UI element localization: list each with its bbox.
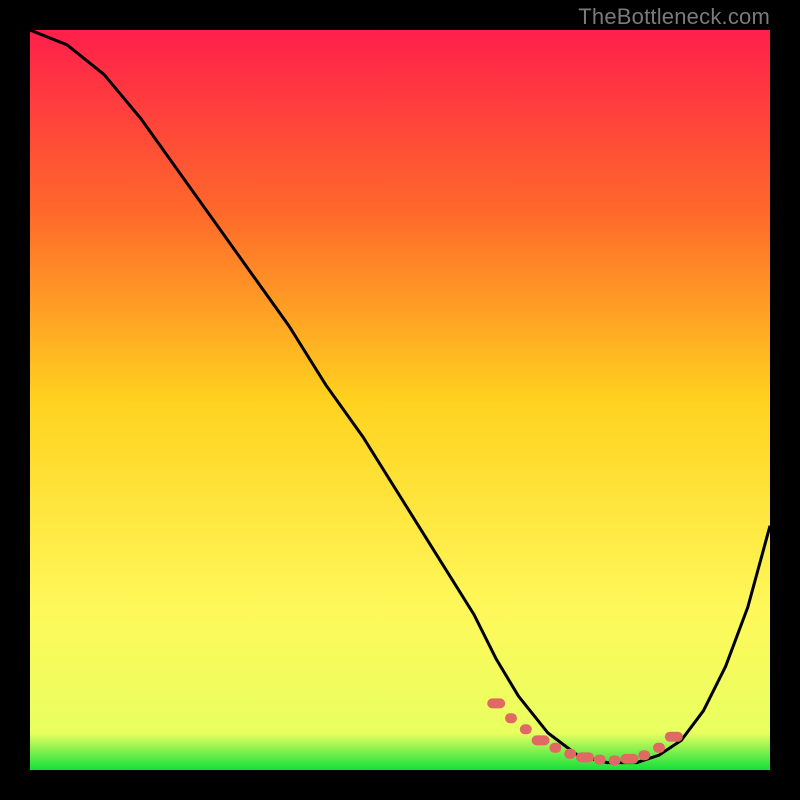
marker-dot (665, 732, 683, 742)
marker-dot (576, 752, 594, 762)
marker-dot (620, 754, 638, 764)
watermark-text: TheBottleneck.com (578, 4, 770, 30)
marker-dot (594, 755, 606, 765)
marker-dot (564, 749, 576, 759)
marker-dot (532, 735, 550, 745)
gradient-background (30, 30, 770, 770)
bottleneck-chart (30, 30, 770, 770)
marker-dot (638, 750, 650, 760)
chart-frame (30, 30, 770, 770)
marker-dot (487, 698, 505, 708)
marker-dot (520, 724, 532, 734)
marker-dot (653, 743, 665, 753)
marker-dot (505, 713, 517, 723)
marker-dot (549, 743, 561, 753)
marker-dot (609, 755, 621, 765)
